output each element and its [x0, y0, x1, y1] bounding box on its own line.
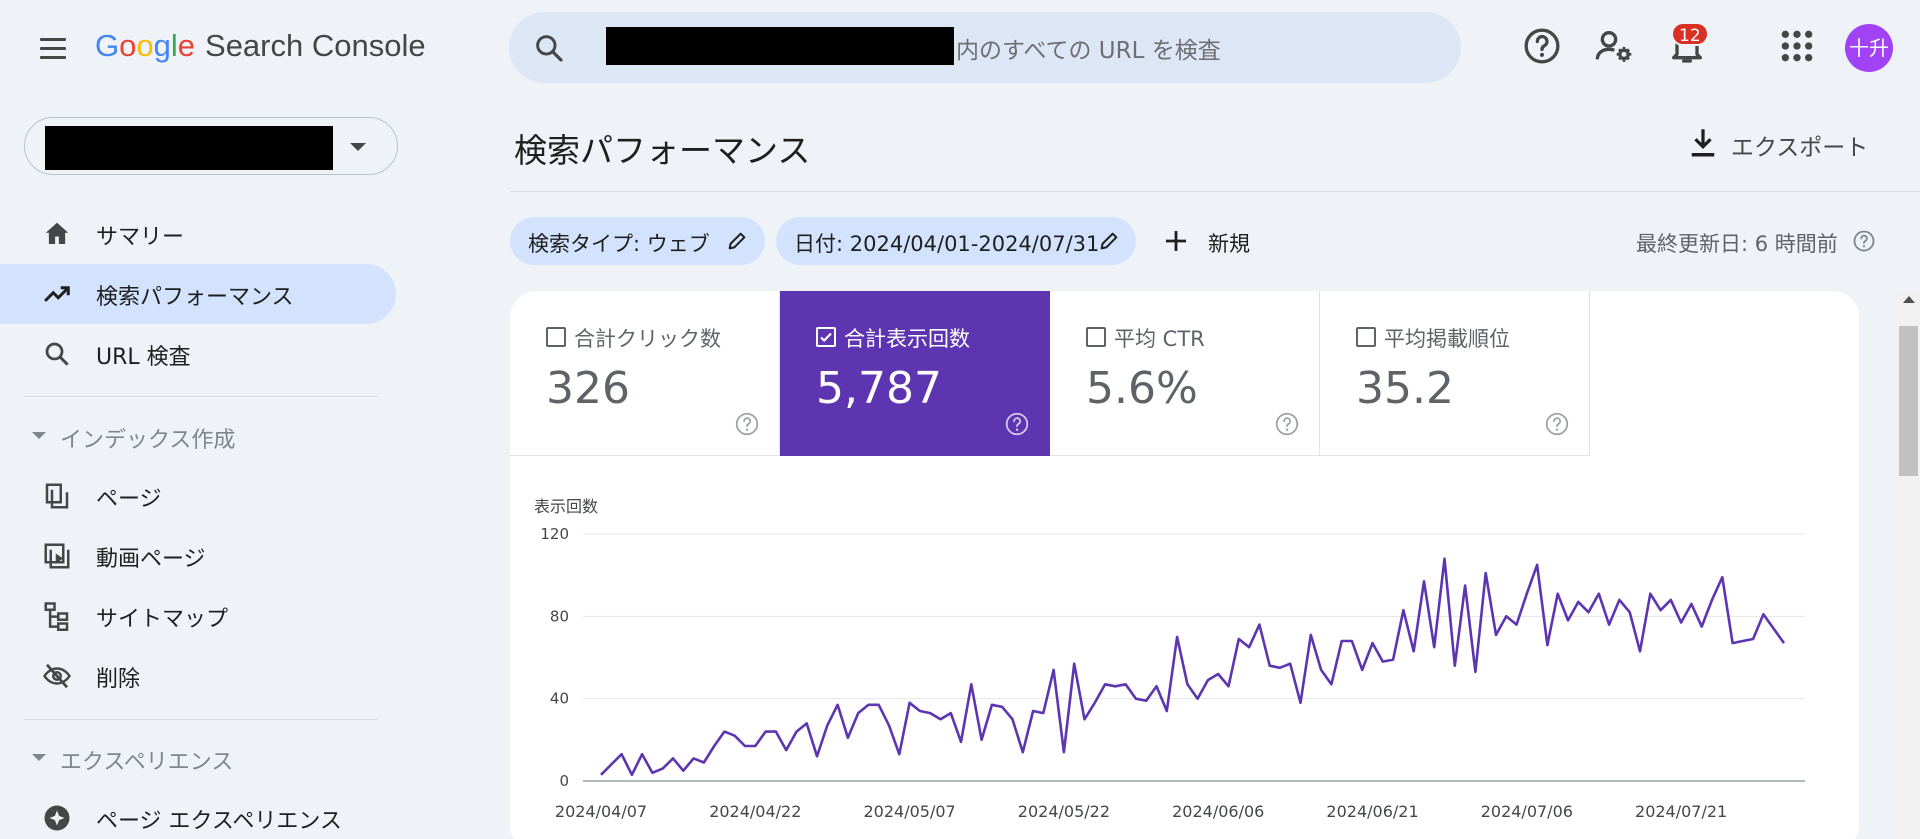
y-tick-label: 120 — [540, 525, 569, 543]
video-page-icon — [44, 543, 70, 569]
x-tick-label: 2024/07/06 — [1481, 802, 1573, 821]
collapse-triangle-icon — [32, 432, 46, 439]
page-scrollbar[interactable] — [1897, 292, 1920, 839]
home-icon — [45, 222, 69, 244]
top-app-bar: Google Search Console 内のすべての URL を検査 12 十… — [0, 0, 1920, 96]
logo-letter: o — [119, 28, 137, 63]
property-selector[interactable] — [24, 117, 398, 175]
x-tick-label: 2024/06/06 — [1172, 802, 1264, 821]
impressions-line-chart: 0 40 80 120 2024/04/07 2024/04/22 2024/05/07 20… — [540, 525, 1805, 821]
trending-up-icon — [44, 286, 70, 302]
plus-icon — [1166, 231, 1186, 251]
notification-count-badge: 12 — [1671, 22, 1709, 46]
eye-off-icon — [43, 663, 71, 689]
chip-label: 日付: 2024/04/01-2024/07/31 — [794, 232, 1100, 256]
logo-letter: g — [153, 28, 171, 63]
logo-letter: G — [95, 28, 120, 63]
redacted-property-name — [45, 126, 333, 170]
logo-letter: o — [136, 28, 154, 63]
sidebar-item-label: 動画ページ — [96, 547, 206, 572]
sidebar-item-label: サイトマップ — [96, 607, 229, 632]
menu-icon — [40, 38, 66, 41]
manage-users-icon[interactable] — [1594, 26, 1634, 66]
dropdown-caret-icon — [350, 143, 366, 151]
sidebar-item-pages[interactable]: ページ — [0, 466, 396, 526]
x-tick-label: 2024/04/22 — [709, 802, 801, 821]
scroll-up-arrow-icon[interactable] — [1903, 296, 1915, 303]
help-icon[interactable] — [1852, 229, 1876, 253]
section-label: インデックス作成 — [60, 428, 236, 453]
sidebar-item-summary[interactable]: サマリー — [0, 204, 396, 264]
product-name: Search Console — [205, 28, 426, 63]
sidebar-item-removals[interactable]: 削除 — [0, 646, 396, 706]
url-inspection-search[interactable]: 内のすべての URL を検査 — [509, 12, 1461, 83]
help-icon[interactable] — [1522, 26, 1562, 66]
logo-letter: l — [170, 28, 178, 63]
sidebar-item-label: URL 検査 — [96, 345, 191, 370]
y-tick-label: 40 — [550, 690, 569, 708]
sidebar-item-label: 検索パフォーマンス — [96, 285, 294, 310]
search-input[interactable]: 内のすべての URL を検査 — [956, 31, 1221, 65]
x-tick-label: 2024/07/21 — [1635, 802, 1727, 821]
scrollbar-thumb[interactable] — [1899, 326, 1918, 476]
logo-letter: e — [177, 28, 196, 63]
experience-icon — [44, 805, 70, 831]
search-icon — [45, 342, 69, 366]
section-label: エクスペリエンス — [60, 750, 234, 775]
performance-card: 合計クリック数 326 合計表示回数 5,787 平均 CTR 5.6% 平均掲… — [510, 291, 1859, 839]
divider — [24, 719, 378, 720]
last-updated-text: 最終更新日: 6 時間前 — [1636, 232, 1838, 256]
edit-pencil-icon[interactable] — [1098, 230, 1120, 252]
main-menu-button[interactable] — [36, 30, 72, 66]
sidebar-item-sitemaps[interactable]: サイトマップ — [0, 586, 396, 646]
divider — [510, 191, 1920, 192]
collapse-triangle-icon — [32, 754, 46, 761]
x-tick-label: 2024/04/07 — [555, 802, 647, 821]
x-tick-label: 2024/05/22 — [1018, 802, 1110, 821]
impressions-series-line[interactable] — [600, 557, 1786, 777]
download-icon — [1691, 129, 1715, 157]
sidebar-item-video-pages[interactable]: 動画ページ — [0, 526, 396, 586]
export-label: エクスポート — [1731, 135, 1869, 161]
chip-label: 検索タイプ: ウェブ — [528, 232, 710, 256]
date-filter-chip[interactable]: 日付: 2024/04/01-2024/07/31 — [776, 217, 1136, 265]
sidebar-item-url-inspection[interactable]: URL 検査 — [0, 324, 396, 384]
google-apps-grid-icon[interactable] — [1777, 26, 1817, 66]
sidebar-item-label: サマリー — [96, 225, 185, 250]
sidebar-item-label: ページ エクスペリエンス — [96, 809, 342, 834]
sidebar-item-label: 削除 — [96, 667, 141, 692]
pages-icon — [45, 483, 69, 509]
x-tick-label: 2024/06/21 — [1326, 802, 1418, 821]
sitemap-icon — [44, 602, 69, 631]
x-tick-label: 2024/05/07 — [863, 802, 955, 821]
y-tick-label: 0 — [559, 772, 569, 790]
divider — [24, 396, 378, 397]
search-icon[interactable] — [533, 32, 565, 64]
sidebar-item-page-experience[interactable]: ページ エクスペリエンス — [0, 788, 396, 839]
edit-pencil-icon[interactable] — [726, 230, 748, 252]
google-search-console-logo[interactable]: Google Search Console — [95, 28, 426, 64]
sidebar-nav: サマリー 検索パフォーマンス URL 検査 インデックス作成 ページ 動画ページ… — [0, 96, 400, 839]
sidebar-item-search-performance[interactable]: 検索パフォーマンス — [0, 264, 396, 324]
page-title: 検索パフォーマンス — [514, 131, 811, 170]
sidebar-item-label: ページ — [96, 487, 162, 512]
redacted-property-name — [606, 27, 954, 65]
add-filter-label: 新規 — [1208, 232, 1250, 256]
search-type-filter-chip[interactable]: 検索タイプ: ウェブ — [510, 217, 765, 265]
account-avatar[interactable]: 十升 — [1845, 24, 1893, 72]
menu-icon-bar — [40, 47, 66, 50]
menu-icon-bar — [40, 56, 66, 59]
y-tick-label: 80 — [550, 607, 569, 625]
